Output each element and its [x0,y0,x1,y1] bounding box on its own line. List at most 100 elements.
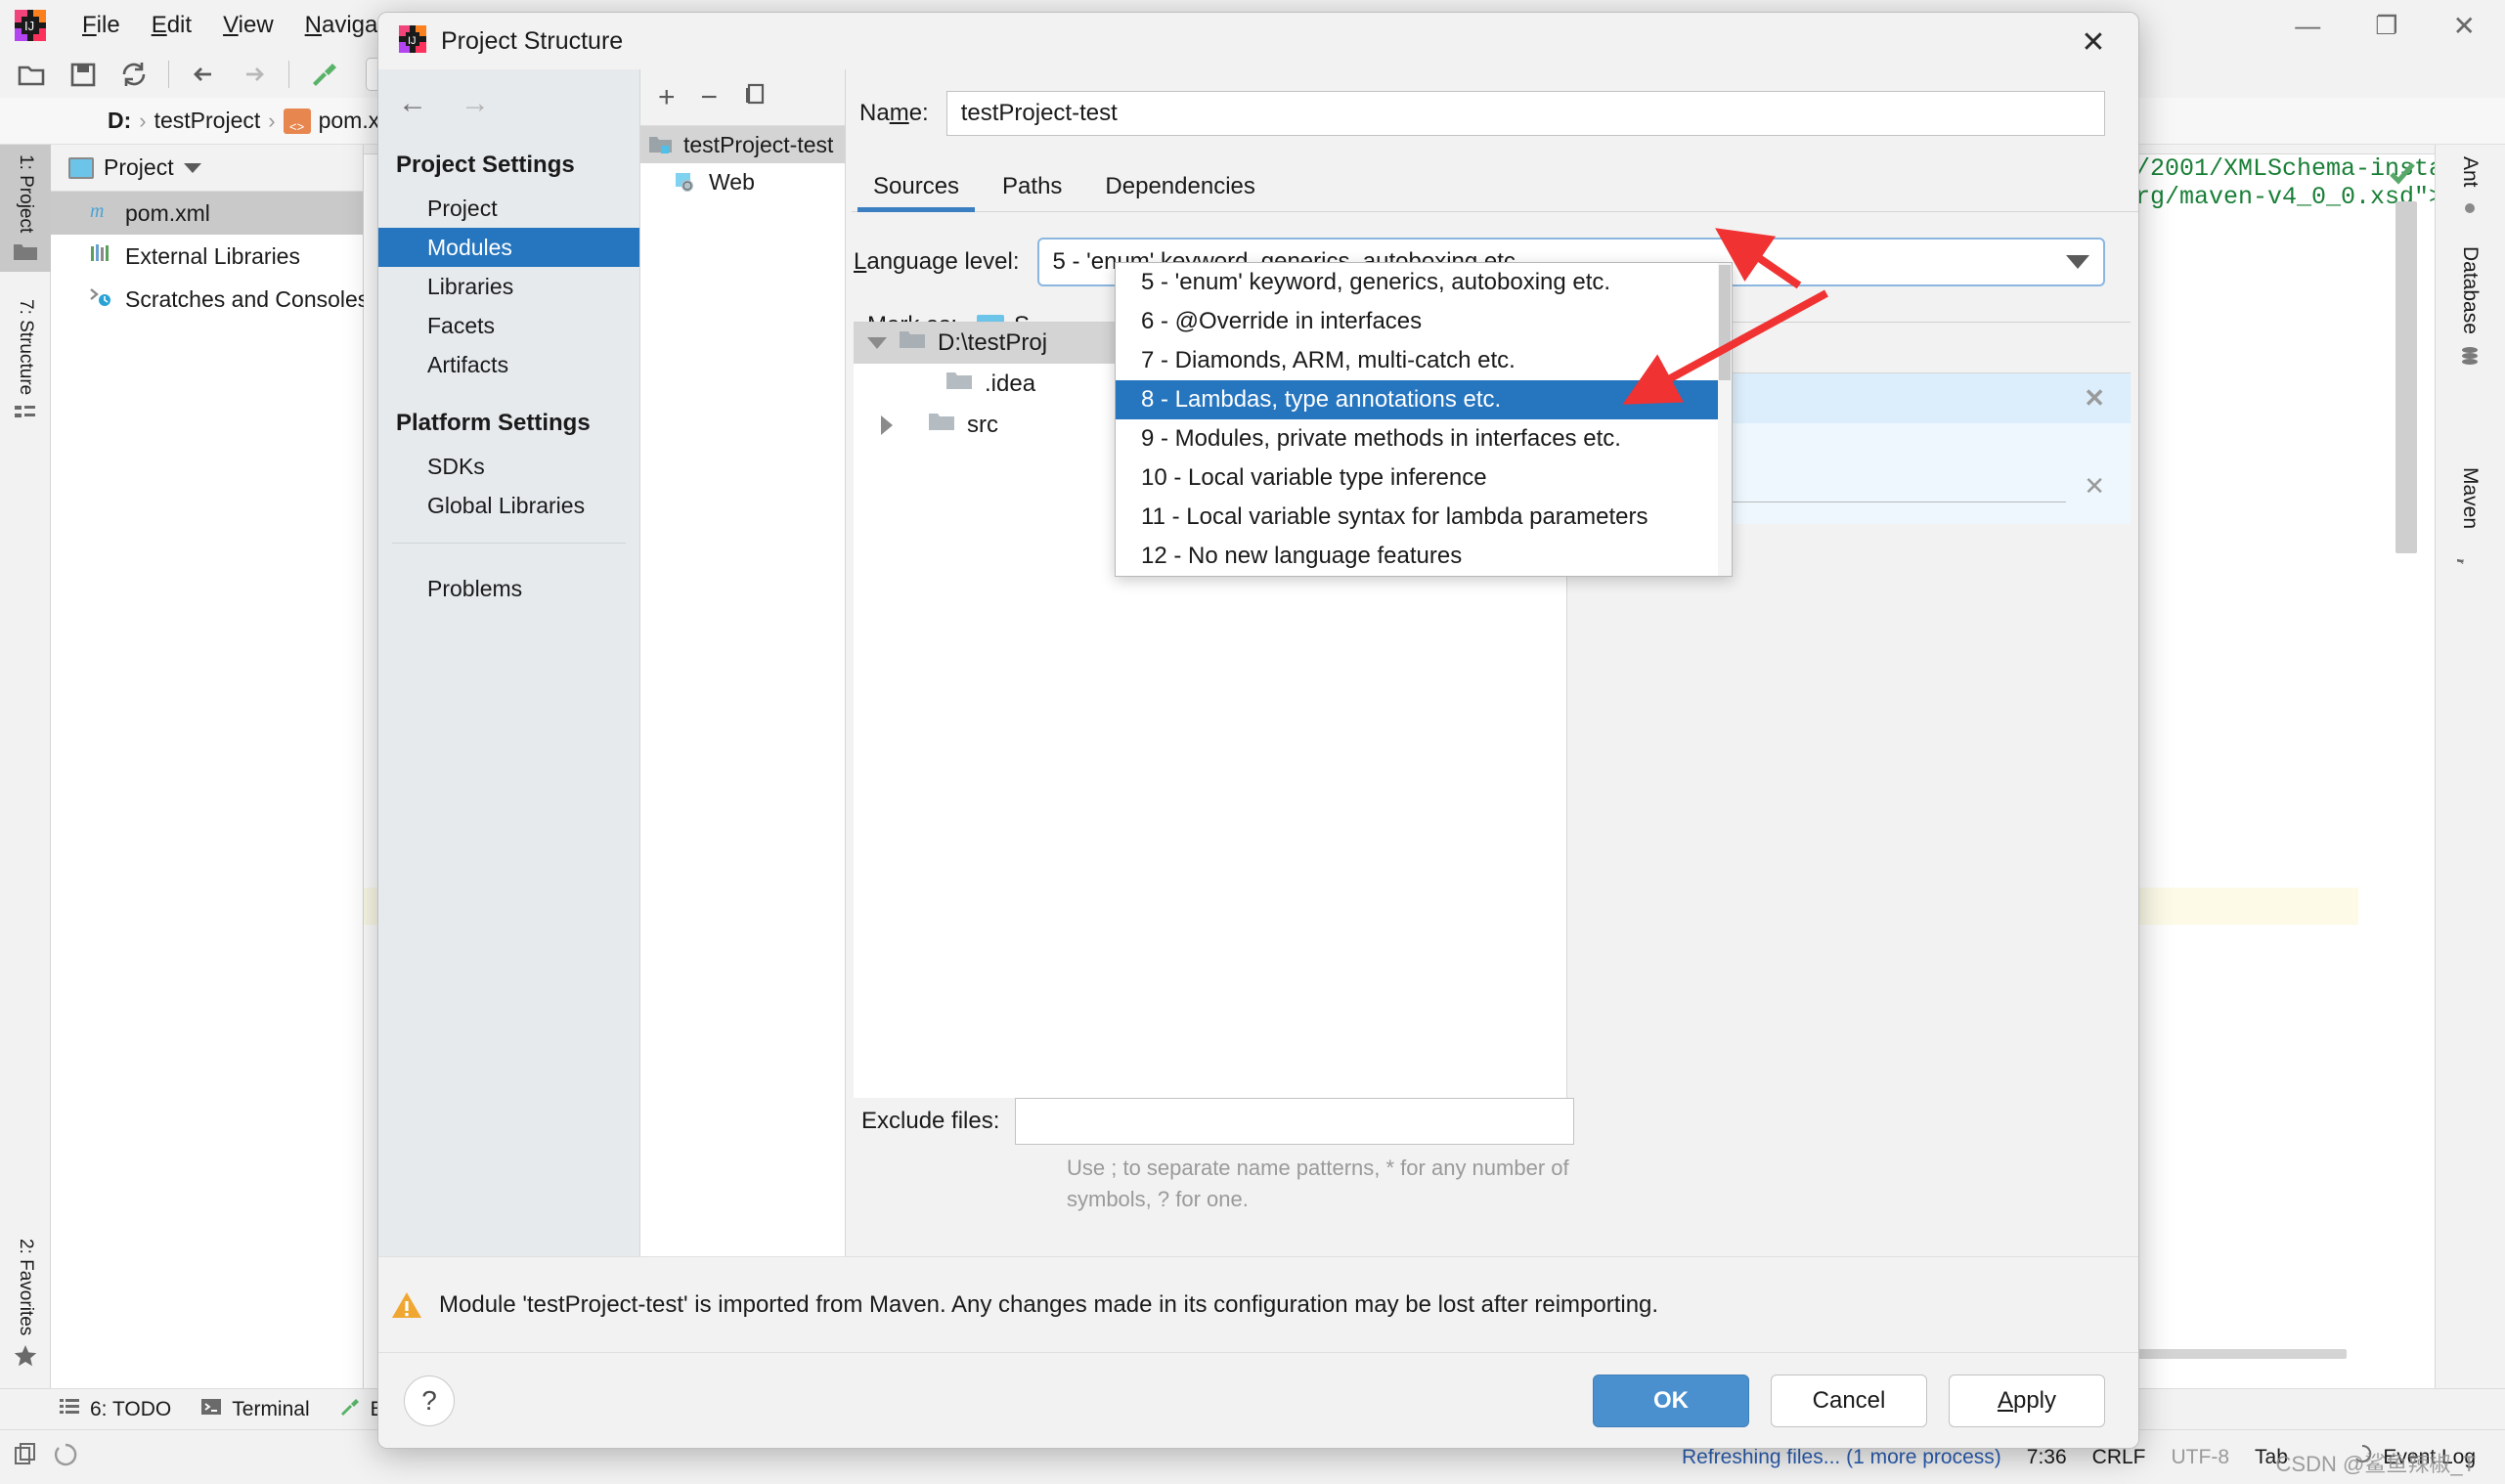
folder-icon [945,370,973,399]
build-hammer-icon[interactable] [307,58,340,91]
editor-scrollbar-horizontal[interactable] [2131,1349,2347,1359]
menu-file[interactable]: File [66,8,136,43]
breadcrumb-drive[interactable]: D: [108,108,131,134]
dialog-title-bar: IJ Project Structure ✕ [378,13,2138,69]
breadcrumb-project[interactable]: testProject [154,108,261,134]
tab-sources[interactable]: Sources [852,162,981,211]
dropdown-option-7[interactable]: 7 - Diamonds, ARM, multi-catch etc. [1116,341,1732,380]
project-node-pom-xml[interactable]: m pom.xml [51,192,363,235]
nav-item-modules-label: Modules [427,235,512,261]
project-tool-window: Project m pom.xml External Libraries Sc [51,145,364,1388]
modules-list-panel: + − testProject-test Web [640,69,846,1352]
module-tabs: Sources Paths Dependencies [852,161,2138,212]
remove-excluded-folder-icon[interactable]: ✕ [2084,471,2105,502]
nav-item-sdks[interactable]: SDKs [378,447,639,486]
cancel-button[interactable]: Cancel [1771,1375,1927,1427]
status-caret-position[interactable]: 7:36 [2027,1446,2067,1469]
tool-tab-ant[interactable]: Ant [2435,145,2505,231]
nav-history-controls: ← → [378,69,639,138]
apply-button[interactable]: Apply [1949,1375,2105,1427]
nav-item-facets[interactable]: Facets [378,306,639,345]
tool-tab-structure[interactable]: 7: Structure [0,289,51,434]
dropdown-scrollbar[interactable] [1718,263,1732,576]
tree-row-idea-label: .idea [985,371,1035,398]
dropdown-option-10-label: 10 - Local variable type inference [1141,464,1487,492]
nav-forward-icon[interactable]: → [461,87,490,120]
dropdown-scrollbar-thumb[interactable] [1719,265,1731,380]
language-level-dropdown[interactable]: 5 - 'enum' keyword, generics, autoboxing… [1115,262,1733,577]
remove-content-root-icon[interactable]: ✕ [2084,383,2105,414]
exclude-files-label: Exclude files: [861,1108,999,1135]
copy-buffer-icon[interactable] [14,1442,39,1473]
nav-group-project-settings: Project Settings [378,138,639,189]
status-encoding[interactable]: UTF-8 [2172,1446,2230,1469]
dropdown-option-10[interactable]: 10 - Local variable type inference [1116,458,1732,498]
nav-item-artifacts[interactable]: Artifacts [378,345,639,384]
expander-down-icon[interactable] [867,337,887,349]
sync-icon[interactable] [117,58,151,91]
nav-item-problems[interactable]: Problems [378,569,639,608]
chevron-down-icon[interactable] [2066,255,2089,269]
tool-tab-terminal-label: Terminal [232,1398,309,1421]
editor-scrollbar-vertical[interactable] [2395,201,2417,553]
help-button[interactable]: ? [404,1375,455,1426]
background-tasks-icon[interactable] [53,1442,78,1473]
modules-toolbar: + − [640,69,845,126]
forward-arrow-icon[interactable] [238,58,271,91]
expander-right-icon[interactable] [881,415,893,435]
tool-tab-ant-label: Ant [2458,156,2482,188]
tool-tab-terminal[interactable]: Terminal [200,1397,309,1422]
folder-icon [928,411,955,440]
save-icon[interactable] [66,58,100,91]
expander-placeholder [914,378,934,390]
menu-edit[interactable]: Edit [136,8,207,43]
status-process[interactable]: Refreshing files... (1 more process) [1682,1446,2001,1469]
dropdown-option-5[interactable]: 5 - 'enum' keyword, generics, autoboxing… [1116,263,1732,302]
dropdown-option-11[interactable]: 11 - Local variable syntax for lambda pa… [1116,498,1732,537]
back-arrow-icon[interactable] [187,58,220,91]
module-name-input[interactable]: testProject-test [946,91,2105,136]
warning-triangle-icon [390,1289,423,1321]
open-folder-icon[interactable] [16,58,49,91]
dialog-close-button[interactable]: ✕ [2072,22,2115,62]
project-structure-dialog: IJ Project Structure ✕ ← → Project Setti… [377,12,2139,1449]
module-row-web[interactable]: Web [640,163,845,200]
nav-item-libraries[interactable]: Libraries [378,267,639,306]
status-line-separator[interactable]: CRLF [2092,1446,2146,1469]
dropdown-option-9[interactable]: 9 - Modules, private methods in interfac… [1116,419,1732,458]
tool-tab-todo[interactable]: 6: TODO [59,1397,171,1422]
nav-item-artifacts-label: Artifacts [427,352,508,378]
project-node-external-libraries[interactable]: External Libraries [51,235,363,278]
tool-tab-project[interactable]: 1: Project [0,145,51,272]
exclude-files-input[interactable] [1015,1098,1574,1145]
tool-tab-favorites[interactable]: 2: Favorites [0,1229,51,1378]
tab-dependencies[interactable]: Dependencies [1083,162,1276,211]
add-module-button[interactable]: + [658,81,676,114]
remove-module-button[interactable]: − [701,81,719,114]
project-node-scratches-label: Scratches and Consoles [125,286,369,313]
dropdown-option-8[interactable]: 8 - Lambdas, type annotations etc. [1116,380,1732,419]
nav-item-project[interactable]: Project [378,189,639,228]
nav-group-platform-settings: Platform Settings [378,384,639,447]
copy-module-icon[interactable] [743,82,769,112]
module-row-testproject-test[interactable]: testProject-test [640,126,845,163]
todo-icon [59,1397,80,1422]
chevron-down-icon[interactable] [184,163,201,173]
tool-tab-database[interactable]: Database [2435,235,2505,379]
nav-item-global-libraries[interactable]: Global Libraries [378,486,639,525]
nav-item-modules[interactable]: Modules [378,228,639,267]
dropdown-option-12[interactable]: 12 - No new language features [1116,537,1732,576]
tool-tab-maven-label: Maven [2458,467,2482,529]
nav-divider [392,543,626,544]
tab-paths[interactable]: Paths [981,162,1083,211]
project-tool-window-title: Project [104,154,174,181]
menu-view[interactable]: View [207,8,289,43]
close-icon[interactable]: ✕ [2453,10,2476,42]
dropdown-option-6[interactable]: 6 - @Override in interfaces [1116,302,1732,341]
project-node-scratches[interactable]: Scratches and Consoles [51,278,363,321]
restore-icon[interactable]: ❐ [2375,11,2397,41]
tool-tab-maven[interactable]: Maven m [2435,456,2505,576]
ok-button[interactable]: OK [1593,1375,1749,1427]
minimize-icon[interactable]: — [2295,11,2320,41]
nav-back-icon[interactable]: ← [398,87,427,120]
